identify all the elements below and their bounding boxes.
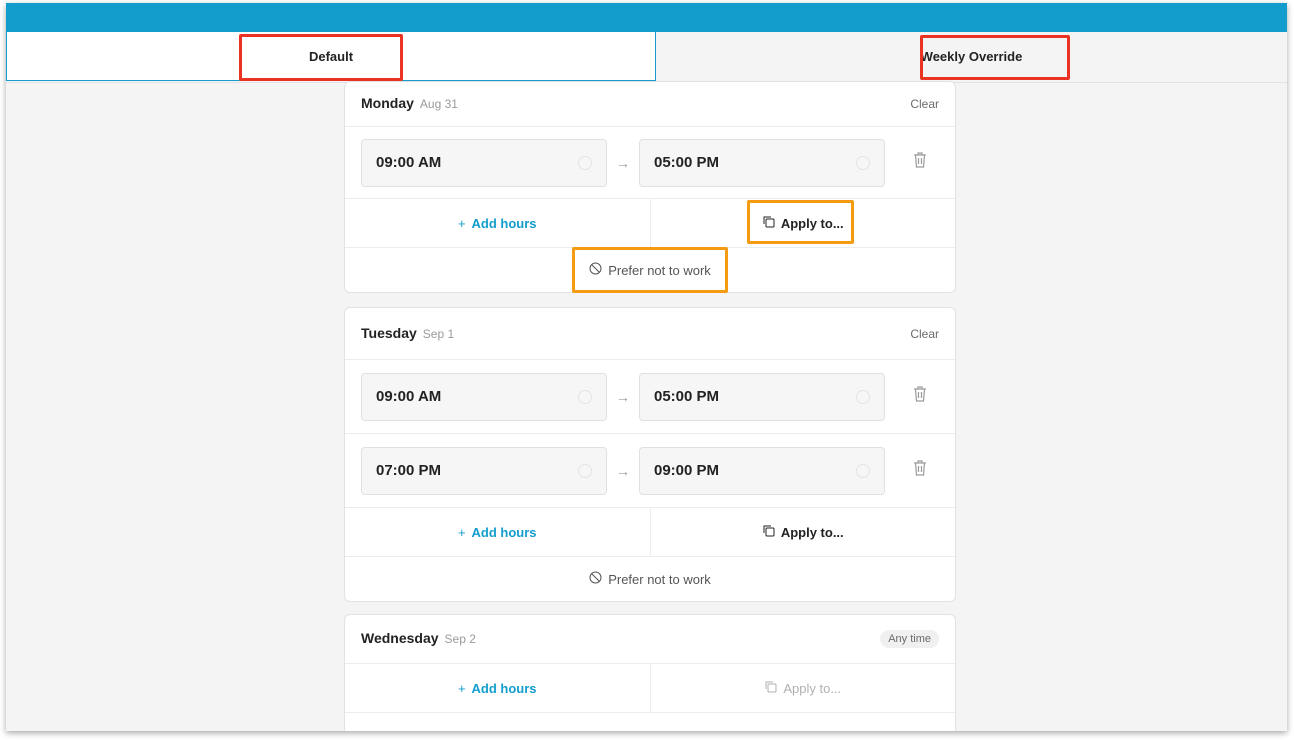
action-row: + Add hours Apply to... [345, 508, 955, 557]
day-date: Sep 1 [422, 326, 455, 341]
plus-icon: + [457, 680, 466, 696]
block-icon [589, 262, 602, 278]
plus-icon: + [457, 524, 466, 540]
day-header: Wednesday Sep 2 Any time [345, 615, 955, 664]
trash-icon[interactable] [913, 386, 927, 407]
any-time-badge: Any time [880, 630, 939, 648]
action-row: + Add hours Apply to... [345, 664, 955, 713]
day-header: Tuesday Sep 1 Clear [345, 308, 955, 360]
add-hours-button[interactable]: + Add hours [345, 664, 651, 712]
copy-icon [762, 524, 775, 540]
day-card-monday: Monday Aug 31 Clear 09:00 AM → 05:00 PM +… [344, 81, 956, 293]
add-hours-button[interactable]: + Add hours [345, 508, 651, 556]
day-date: Sep 2 [444, 632, 476, 646]
trash-icon[interactable] [913, 460, 927, 481]
tab-bar: Default Weekly Override [6, 32, 1287, 83]
plus-icon: + [457, 215, 466, 231]
clock-icon [578, 389, 592, 404]
day-card-tuesday: Tuesday Sep 1 Clear 09:00 AM → 05:00 PM 0… [344, 307, 956, 602]
arrow-right-icon: → [616, 388, 630, 405]
apply-to-button[interactable]: Apply to... [651, 508, 956, 556]
start-time-input[interactable]: 09:00 AM [361, 138, 607, 187]
prefer-not-to-work-button[interactable]: Prefer not to work [345, 248, 955, 292]
day-card-wednesday: Wednesday Sep 2 Any time + Add hours Apply… [344, 614, 956, 731]
clock-icon [578, 463, 592, 478]
clock-icon [856, 389, 870, 404]
clock-icon [856, 463, 870, 478]
time-slot-row: 09:00 AM → 05:00 PM [345, 360, 955, 434]
arrow-right-icon: → [616, 462, 630, 479]
app-frame: Default Weekly Override Monday Aug 31 Cle… [6, 3, 1287, 731]
time-slot-row: 09:00 AM → 05:00 PM [345, 127, 955, 199]
day-name: Monday [361, 95, 414, 111]
day-date: Aug 31 [419, 97, 458, 111]
clear-button[interactable]: Clear [910, 327, 939, 341]
end-time-input[interactable]: 09:00 PM [639, 446, 885, 495]
apply-to-button[interactable]: Apply to... [651, 199, 956, 247]
day-name: Wednesday [361, 630, 439, 646]
action-row: + Add hours Apply to... [345, 199, 955, 248]
prefer-not-to-work-button[interactable]: Prefer not to work [345, 557, 955, 601]
clock-icon [856, 155, 870, 170]
trash-icon[interactable] [913, 152, 927, 173]
time-slot-row: 07:00 PM → 09:00 PM [345, 434, 955, 508]
arrow-right-icon: → [616, 154, 630, 171]
block-icon [589, 571, 602, 587]
day-name: Tuesday [361, 324, 417, 341]
tab-weekly-override[interactable]: Weekly Override [656, 32, 1287, 80]
copy-icon [764, 680, 777, 696]
start-time-input[interactable]: 09:00 AM [361, 372, 607, 421]
end-time-input[interactable]: 05:00 PM [639, 138, 885, 187]
clear-button[interactable]: Clear [910, 97, 939, 111]
end-time-input[interactable]: 05:00 PM [639, 372, 885, 421]
start-time-input[interactable]: 07:00 PM [361, 446, 607, 495]
apply-to-button[interactable]: Apply to... [651, 664, 956, 712]
top-bar [6, 3, 1287, 32]
day-header: Monday Aug 31 Clear [345, 82, 955, 127]
add-hours-button[interactable]: + Add hours [345, 199, 651, 247]
copy-icon [762, 215, 775, 231]
tab-default[interactable]: Default [6, 32, 656, 81]
clock-icon [578, 155, 592, 170]
